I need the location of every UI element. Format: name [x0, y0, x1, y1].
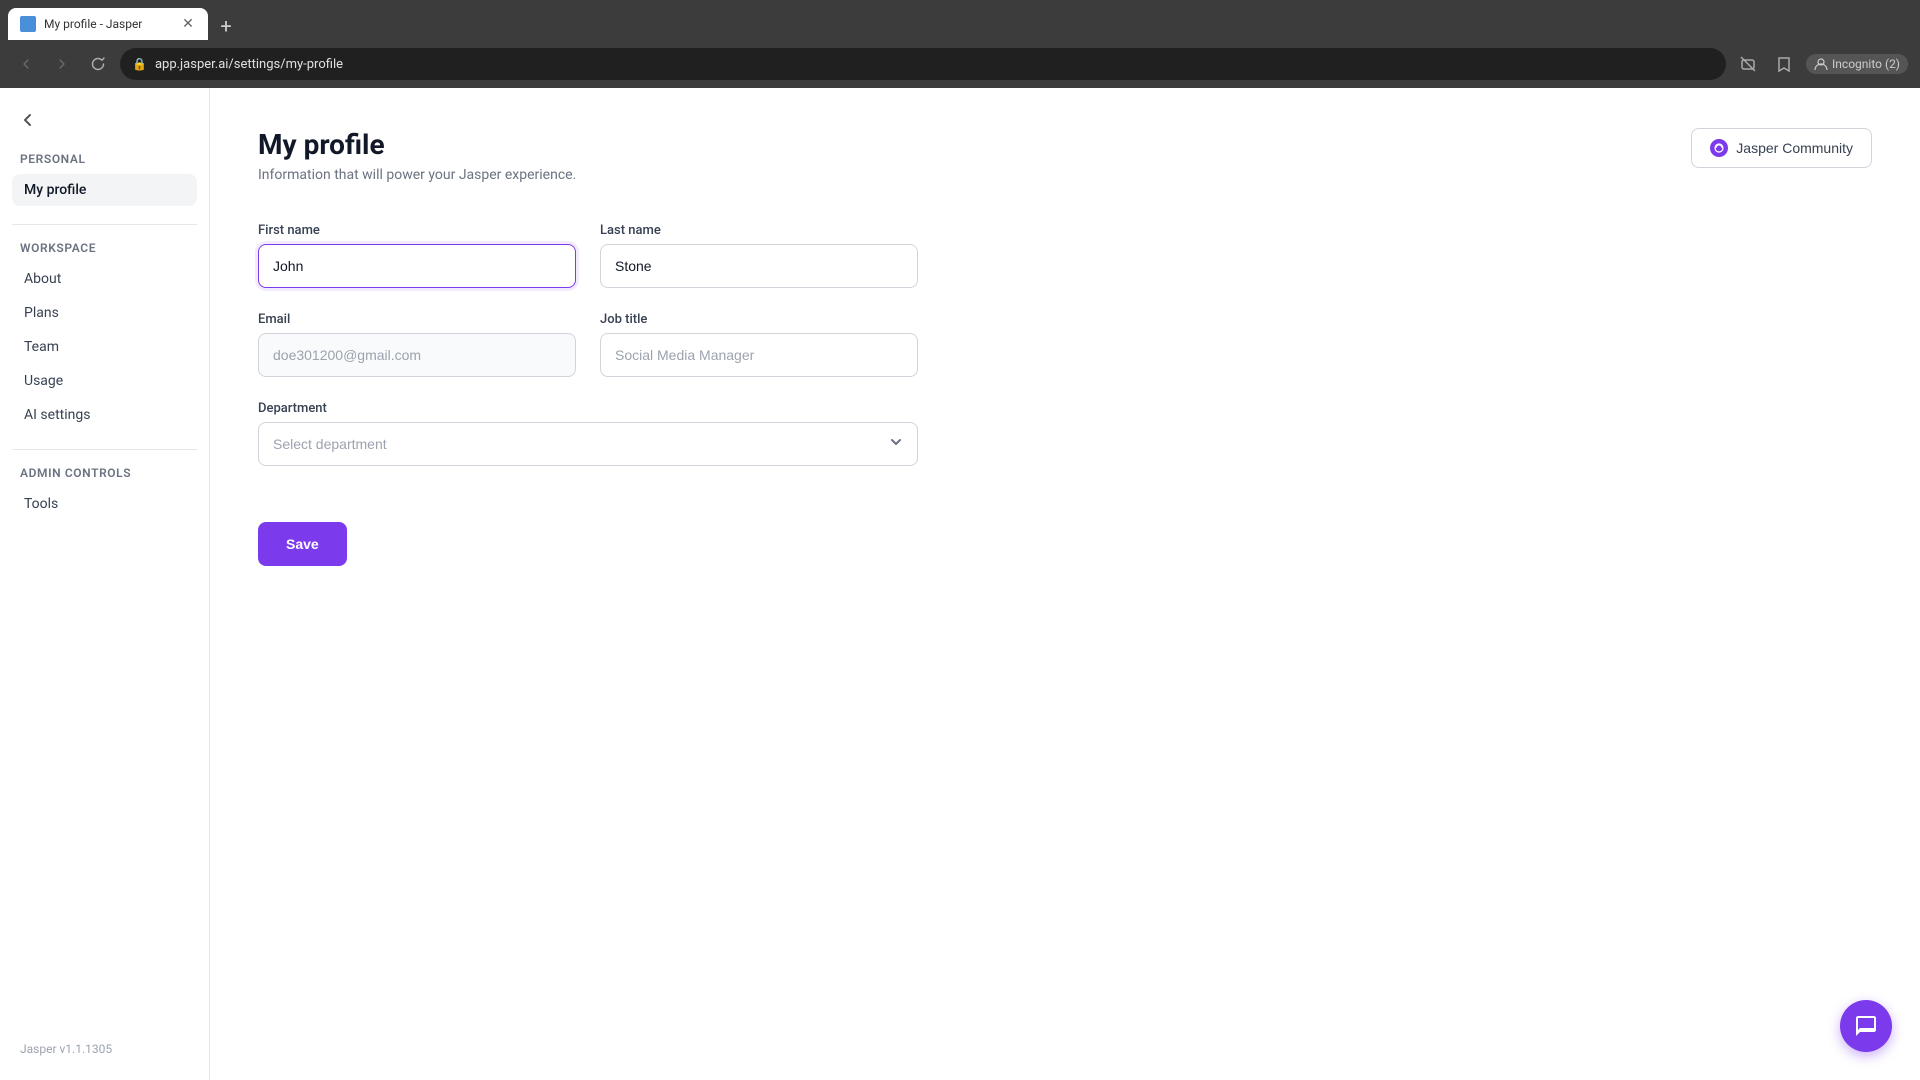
forward-button[interactable] [48, 50, 76, 78]
department-wrapper: Select department [258, 422, 918, 466]
name-row: First name Last name [258, 223, 918, 288]
reload-button[interactable] [84, 50, 112, 78]
sidebar-item-my-profile[interactable]: My profile [12, 174, 197, 206]
admin-section-label: Admin controls [12, 466, 197, 480]
first-name-group: First name [258, 223, 576, 288]
email-input [258, 333, 576, 377]
first-name-label: First name [258, 223, 576, 238]
sidebar-item-ai-settings[interactable]: AI settings [12, 399, 197, 431]
email-label: Email [258, 312, 576, 327]
lock-icon: 🔒 [132, 57, 147, 71]
sidebar-item-plans[interactable]: Plans [12, 297, 197, 329]
job-title-group: Job title [600, 312, 918, 377]
sidebar-item-team[interactable]: Team [12, 331, 197, 363]
email-jobtitle-row: Email Job title [258, 312, 918, 377]
sidebar-back-button[interactable] [12, 104, 44, 136]
active-tab[interactable]: My profile - Jasper ✕ [8, 8, 208, 40]
workspace-section-label: Workspace [12, 241, 197, 255]
new-tab-button[interactable]: + [212, 12, 240, 40]
sidebar-footer: Jasper v1.1.1305 [12, 1034, 197, 1064]
chat-bubble-button[interactable] [1840, 1000, 1892, 1052]
job-title-input[interactable] [600, 333, 918, 377]
community-button[interactable]: Jasper Community [1691, 128, 1872, 168]
tab-title: My profile - Jasper [44, 17, 172, 31]
sidebar: Personal My profile Workspace About Plan… [0, 88, 210, 1080]
last-name-group: Last name [600, 223, 918, 288]
tab-favicon [20, 16, 36, 32]
app-layout: Personal My profile Workspace About Plan… [0, 88, 1920, 1080]
page-header-text: My profile Information that will power y… [258, 128, 576, 183]
sidebar-item-about[interactable]: About [12, 263, 197, 295]
first-name-input[interactable] [258, 244, 576, 288]
bookmark-icon[interactable] [1770, 50, 1798, 78]
tab-close-button[interactable]: ✕ [180, 16, 196, 32]
page-title: My profile [258, 128, 576, 161]
page-header: My profile Information that will power y… [258, 128, 1872, 183]
camera-off-icon[interactable] [1734, 50, 1762, 78]
personal-section-label: Personal [12, 152, 197, 166]
save-button[interactable]: Save [258, 522, 347, 566]
email-group: Email [258, 312, 576, 377]
sidebar-divider-1 [12, 224, 197, 225]
back-button[interactable] [12, 50, 40, 78]
sidebar-item-usage[interactable]: Usage [12, 365, 197, 397]
incognito-label: Incognito (2) [1832, 57, 1900, 71]
sidebar-item-tools[interactable]: Tools [12, 488, 197, 520]
browser-toolbar: 🔒 app.jasper.ai/settings/my-profile Inco… [0, 40, 1920, 88]
community-icon [1710, 139, 1728, 157]
browser-tabs: My profile - Jasper ✕ + [0, 0, 1920, 40]
department-label: Department [258, 401, 1872, 416]
last-name-input[interactable] [600, 244, 918, 288]
url-text: app.jasper.ai/settings/my-profile [155, 57, 1714, 72]
page-subtitle: Information that will power your Jasper … [258, 167, 576, 183]
incognito-badge[interactable]: Incognito (2) [1806, 54, 1908, 74]
browser-chrome: My profile - Jasper ✕ + 🔒 app.jasper.ai/… [0, 0, 1920, 88]
last-name-label: Last name [600, 223, 918, 238]
department-select[interactable]: Select department [258, 422, 918, 466]
community-button-label: Jasper Community [1736, 140, 1853, 156]
job-title-label: Job title [600, 312, 918, 327]
department-group: Department Select department [258, 401, 1872, 498]
main-content: My profile Information that will power y… [210, 88, 1920, 1080]
toolbar-right: Incognito (2) [1734, 50, 1908, 78]
sidebar-divider-2 [12, 449, 197, 450]
address-bar[interactable]: 🔒 app.jasper.ai/settings/my-profile [120, 48, 1726, 80]
